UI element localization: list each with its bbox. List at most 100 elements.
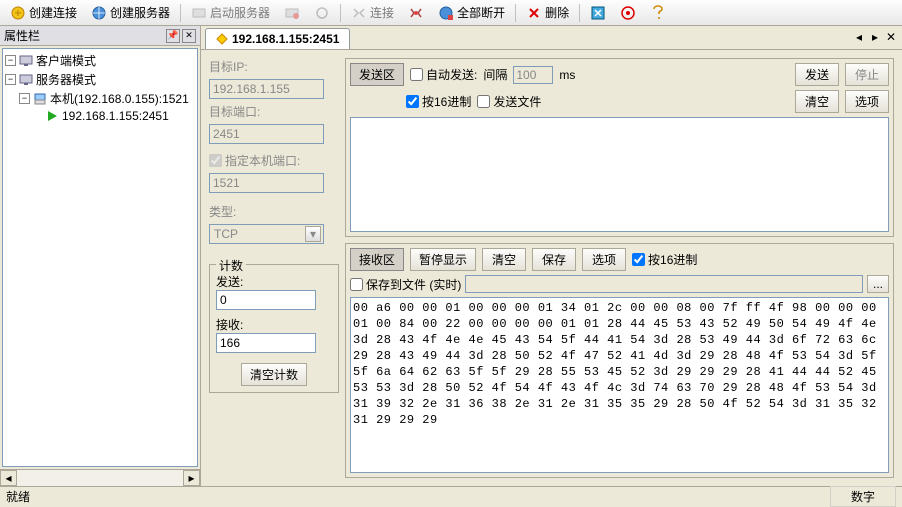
properties-panel: 属性栏 📌 ✕ − 客户端模式 − 服务器模式 − 本机(192.168.0.1 [0,26,201,486]
create-server-label: 创建服务器 [110,4,170,21]
save-button[interactable]: 保存 [532,248,576,271]
tool-button-2[interactable] [614,2,642,24]
tab-prev-button[interactable]: ◂ [852,30,866,44]
send-button[interactable]: 发送 [795,63,839,86]
main-content: 192.168.1.155:2451 ◂ ▸ ✕ 目标IP: 目标端口: 指定本… [201,26,902,486]
interval-unit: ms [559,68,575,82]
tree-label: 客户端模式 [36,52,96,69]
send-area: 发送区 自动发送: 间隔 ms 发送 停止 按16进制 发送文件 [345,58,894,237]
start-server-button[interactable]: 启动服务器 [185,1,276,24]
tool-button-1[interactable] [584,2,612,24]
host-icon [33,92,47,106]
stop-server-icon [284,5,300,21]
pause-display-button[interactable]: 暂停显示 [410,248,476,271]
computer-icon [19,54,33,68]
collapse-icon[interactable]: − [5,74,16,85]
tree-client-mode[interactable]: − 客户端模式 [5,51,195,70]
toolbar-separator [579,4,580,22]
hex-recv-checkbox[interactable]: 按16进制 [632,251,697,268]
connect-label: 连接 [370,4,394,21]
browse-button[interactable]: ... [867,275,889,293]
recv-count-input[interactable] [216,333,316,353]
tree-server-mode[interactable]: − 服务器模式 [5,70,195,89]
target-ip-input [209,79,324,99]
receive-output[interactable]: 00 a6 00 00 01 00 00 00 01 34 01 2c 00 0… [350,297,889,473]
toolbar-separator [340,4,341,22]
receive-area: 接收区 暂停显示 清空 保存 选项 按16进制 保存到文件 (实时) ... 0… [345,243,894,478]
disconnect-all-button[interactable]: 全部断开 [432,1,511,24]
status-ready: 就绪 [6,488,30,505]
local-port-checkbox [209,154,222,167]
start-icon [191,5,207,21]
diamond-icon [216,33,228,45]
create-connection-button[interactable]: 创建连接 [4,1,83,24]
clear-recv-button[interactable]: 清空 [482,248,526,271]
stop-server-button[interactable] [278,2,306,24]
target-ip-label: 目标IP: [209,58,339,75]
disconnect-button[interactable] [402,2,430,24]
stop-button: 停止 [845,63,889,86]
create-server-button[interactable]: 创建服务器 [85,1,176,24]
send-options-button[interactable]: 选项 [845,90,889,113]
clear-count-button[interactable]: 清空计数 [241,363,307,386]
tree-connection-item[interactable]: 192.168.1.155:2451 [5,108,195,124]
recv-count-label: 接收: [216,316,332,333]
scroll-left-button[interactable]: ◂ [0,470,17,486]
recv-area-button[interactable]: 接收区 [350,248,404,271]
play-icon [45,109,59,123]
hex-send-checkbox[interactable]: 按16进制 [406,93,471,110]
delete-button[interactable]: 删除 [520,1,575,24]
circle-icon [314,5,330,21]
tab-navigation: ◂ ▸ ✕ [852,30,898,44]
collapse-icon[interactable]: − [5,55,16,66]
connect-button[interactable]: 连接 [345,1,400,24]
save-file-path-input [465,275,863,293]
count-group: 计数 发送: 接收: 清空计数 [209,264,339,393]
close-box-icon [590,5,606,21]
disconnect-icon [408,5,424,21]
computer-icon [19,73,33,87]
interval-label: 间隔 [483,66,507,83]
panel-header: 属性栏 📌 ✕ [0,26,200,46]
status-numlock: 数字 [830,486,896,507]
connect-icon [351,5,367,21]
local-port-label: 指定本机端口: [225,152,300,169]
send-file-checkbox[interactable]: 发送文件 [477,93,541,110]
send-textarea[interactable] [350,117,889,232]
dropdown-icon: ▾ [305,226,321,242]
target-port-input [209,124,324,144]
tree-label: 服务器模式 [36,71,96,88]
server-icon [91,5,107,21]
local-port-input [209,173,324,193]
recv-options-button[interactable]: 选项 [582,248,626,271]
toolbar-separator [180,4,181,22]
tab-close-button[interactable]: ✕ [884,30,898,44]
disconnect-all-label: 全部断开 [457,4,505,21]
horizontal-scrollbar[interactable]: ◂ ▸ [0,469,200,486]
save-to-file-checkbox[interactable]: 保存到文件 (实时) [350,276,461,293]
tree-label: 本机(192.168.0.155):1521 [50,90,189,107]
tree-local-machine[interactable]: − 本机(192.168.0.155):1521 [5,89,195,108]
close-panel-button[interactable]: ✕ [182,29,196,43]
scroll-right-button[interactable]: ▸ [183,470,200,486]
scroll-track[interactable] [17,470,183,486]
disconnect-all-icon [438,5,454,21]
send-count-input[interactable] [216,290,316,310]
pin-button[interactable]: 📌 [166,29,180,43]
tab-next-button[interactable]: ▸ [868,30,882,44]
send-area-button[interactable]: 发送区 [350,63,404,86]
target-port-label: 目标端口: [209,103,339,120]
send-count-label: 发送: [216,273,332,290]
interval-input [513,66,553,84]
tab-title: 192.168.1.155:2451 [232,32,339,46]
clear-send-button[interactable]: 清空 [795,90,839,113]
connection-tree[interactable]: − 客户端模式 − 服务器模式 − 本机(192.168.0.155):1521… [2,48,198,467]
tool-button-3[interactable] [644,2,672,24]
help-icon [650,5,666,21]
collapse-icon[interactable]: − [19,93,30,104]
auto-send-checkbox[interactable]: 自动发送: [410,66,477,83]
target-icon [620,5,636,21]
main-toolbar: 创建连接 创建服务器 启动服务器 连接 全部断开 删除 [0,0,902,26]
connection-tab[interactable]: 192.168.1.155:2451 [205,28,350,49]
unknown-button-1[interactable] [308,2,336,24]
